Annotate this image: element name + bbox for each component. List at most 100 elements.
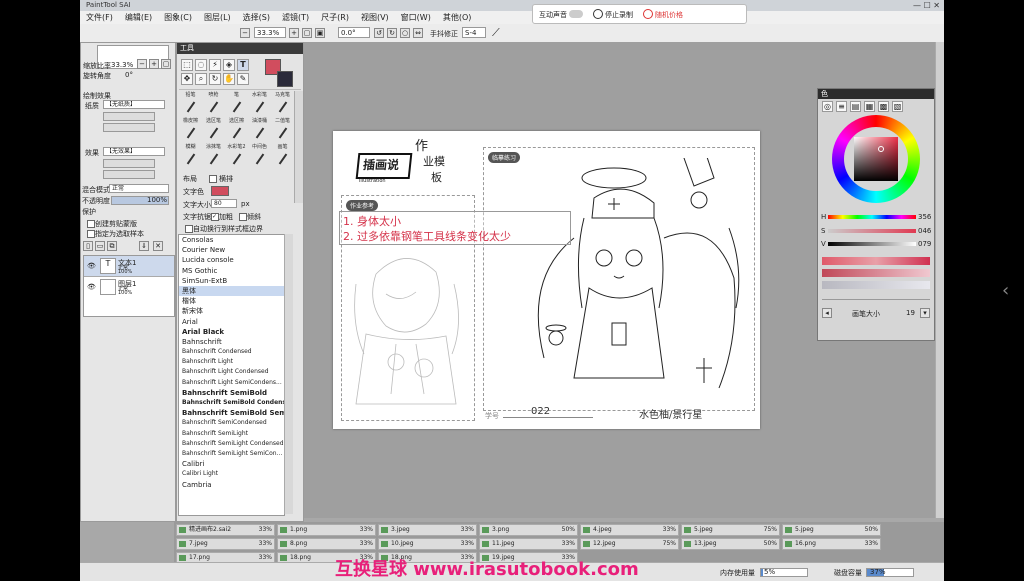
font-list-item[interactable]: Lucida console (179, 255, 284, 265)
brush-slot[interactable]: 橡皮擦 (179, 117, 202, 139)
document-tab[interactable]: 5.jpeg 50% (782, 524, 881, 536)
text-tool-icon[interactable]: T (237, 59, 249, 71)
document-tab[interactable]: 5.jpeg 75% (681, 524, 780, 536)
document-tab[interactable]: 11.jpeg 33% (479, 538, 578, 550)
font-list-item[interactable]: 楷体 (179, 296, 284, 306)
new-layer-button[interactable]: ▯ (83, 241, 93, 251)
new-folder-button[interactable]: ▭ (95, 241, 105, 251)
menu-item[interactable]: 文件(F) (80, 11, 119, 24)
text-color-swatch[interactable] (211, 186, 229, 196)
hand-tool-icon[interactable]: ✋ (223, 73, 235, 85)
preset-checkbox[interactable] (87, 230, 95, 238)
canvas-scrollbar[interactable] (935, 42, 944, 518)
brush-size-dec[interactable]: ◂ (822, 308, 832, 318)
live-toggle[interactable] (569, 10, 583, 18)
zoom-reset-button[interactable]: ▣ (315, 28, 325, 38)
brush-slot[interactable]: 画笔 (271, 143, 294, 165)
brush-slot[interactable]: 中间色 (248, 143, 271, 165)
bucket-tool-icon[interactable]: ◈ (223, 59, 235, 71)
font-list-item[interactable]: 新宋体 (179, 306, 284, 316)
texture-strength[interactable] (103, 123, 155, 132)
document-tab[interactable]: 16.png 33% (782, 538, 881, 550)
menu-item[interactable]: 其他(O) (437, 11, 478, 24)
stop-recording-button[interactable]: 停止录制 (605, 10, 633, 20)
menu-item[interactable]: 视图(V) (355, 11, 395, 24)
menu-item[interactable]: 滤镜(T) (276, 11, 315, 24)
document-tab[interactable]: 4.jpeg 33% (580, 524, 679, 536)
font-list-item[interactable]: Bahnschrift SemiCondensed (179, 418, 284, 428)
brush-slot[interactable]: 选区擦 (225, 117, 248, 139)
nav-reset[interactable]: ▢ (161, 59, 171, 69)
move-tool-icon[interactable]: ✥ (181, 73, 193, 85)
nav-zoom-out[interactable]: − (137, 59, 147, 69)
nav-zoom-in[interactable]: + (149, 59, 159, 69)
rotate-left-button[interactable]: ↺ (374, 28, 384, 38)
rotate-reset-button[interactable]: ○ (400, 28, 410, 38)
blend-mode-select[interactable]: 正常 (109, 184, 169, 193)
duplicate-layer-button[interactable]: ⧉ (107, 241, 117, 251)
layer-row[interactable]: 👁 T 文本1 正常 100% (84, 256, 174, 277)
brush-slot[interactable]: 选区笔 (202, 117, 225, 139)
wrap-checkbox[interactable] (185, 225, 193, 233)
zoom-out-button[interactable]: − (240, 28, 250, 38)
color-history-2[interactable] (822, 269, 930, 277)
flip-button[interactable]: ⇔ (413, 28, 423, 38)
text-selection-box[interactable]: 1. 身体太小 2. 过多依靠钢笔工具线条变化太少 (339, 211, 571, 245)
rotate-right-button[interactable]: ↻ (387, 28, 397, 38)
font-list-item[interactable]: Bahnschrift SemiBold SemiCon... (179, 408, 284, 418)
brush-slot[interactable]: 水彩笔2 (225, 143, 248, 165)
h-slider[interactable] (828, 215, 916, 219)
document-tab[interactable]: 10.jpeg 33% (378, 538, 477, 550)
menu-item[interactable]: 选择(S) (237, 11, 276, 24)
font-list-item[interactable]: Bahnschrift SemiBold Condensed (179, 398, 284, 408)
zoom-tool-icon[interactable]: ⌕ (195, 73, 207, 85)
menu-item[interactable]: 图象(C) (158, 11, 198, 24)
font-list-item[interactable]: MS Gothic (179, 266, 284, 276)
brush-slot[interactable]: 马克笔 (271, 91, 294, 113)
brush-slot[interactable]: 笔 (225, 91, 248, 113)
effect-select[interactable]: 【无效果】 (103, 147, 165, 156)
restart-icon[interactable] (643, 9, 653, 19)
color-history-1[interactable] (822, 257, 930, 265)
clip-group-checkbox[interactable] (87, 220, 95, 228)
font-list-item[interactable]: Cambria (179, 480, 284, 490)
rotate-field[interactable]: 0.0° (338, 27, 370, 38)
brush-slot[interactable]: 模糊 (179, 143, 202, 165)
font-list-item[interactable]: Calibri Light (179, 469, 284, 479)
document-tab[interactable]: 8.png 33% (277, 538, 376, 550)
document-tab[interactable]: 精进画布2.sai2 33% (176, 524, 275, 536)
mixer-tab-icon[interactable]: ▦ (864, 101, 875, 112)
secondary-color-swatch[interactable] (277, 71, 293, 87)
swatch-tab-icon[interactable]: ▩ (878, 101, 889, 112)
document-tab[interactable]: 13.jpeg 50% (681, 538, 780, 550)
color-history-3[interactable] (822, 281, 930, 289)
layout-radio[interactable] (209, 175, 217, 183)
font-list-item[interactable]: SimSun-ExtB (179, 276, 284, 286)
bold-checkbox[interactable]: ✓ (211, 213, 219, 221)
rgb-tab-icon[interactable]: ≡ (836, 101, 847, 112)
wheel-tab-icon[interactable]: ◎ (822, 101, 833, 112)
document-tab[interactable]: 3.png 50% (479, 524, 578, 536)
zoom-in-button[interactable]: + (289, 28, 299, 38)
effect-width[interactable] (103, 159, 155, 168)
zoom-field[interactable]: 33.3% (254, 27, 286, 38)
texture-select[interactable]: 【无纸质】 (103, 100, 165, 109)
font-scrollbar[interactable] (284, 234, 293, 514)
menu-item[interactable]: 编辑(E) (119, 11, 158, 24)
lasso-tool-icon[interactable]: ◌ (195, 59, 207, 71)
font-list-item[interactable]: Consolas (179, 235, 284, 245)
font-list-item[interactable]: Arial (179, 317, 284, 327)
menu-item[interactable]: 尺子(R) (315, 11, 355, 24)
restart-button[interactable]: 随机价格 (655, 10, 683, 20)
font-list-item[interactable]: Arial Black (179, 327, 284, 337)
rotate-tool-icon[interactable]: ↻ (209, 73, 221, 85)
font-list-item[interactable]: Bahnschrift Condensed (179, 347, 284, 357)
sv-square[interactable] (854, 137, 898, 181)
eye-icon[interactable]: 👁 (87, 283, 96, 291)
zoom-fit-button[interactable]: ▢ (302, 28, 312, 38)
scratch-tab-icon[interactable]: ▧ (892, 101, 903, 112)
stabilizer-field[interactable]: S-4 (462, 27, 486, 38)
document-tab[interactable]: 12.jpeg 75% (580, 538, 679, 550)
layer-row[interactable]: 👁 图层1 正常 100% (84, 277, 174, 297)
menu-item[interactable]: 窗口(W) (395, 11, 437, 24)
